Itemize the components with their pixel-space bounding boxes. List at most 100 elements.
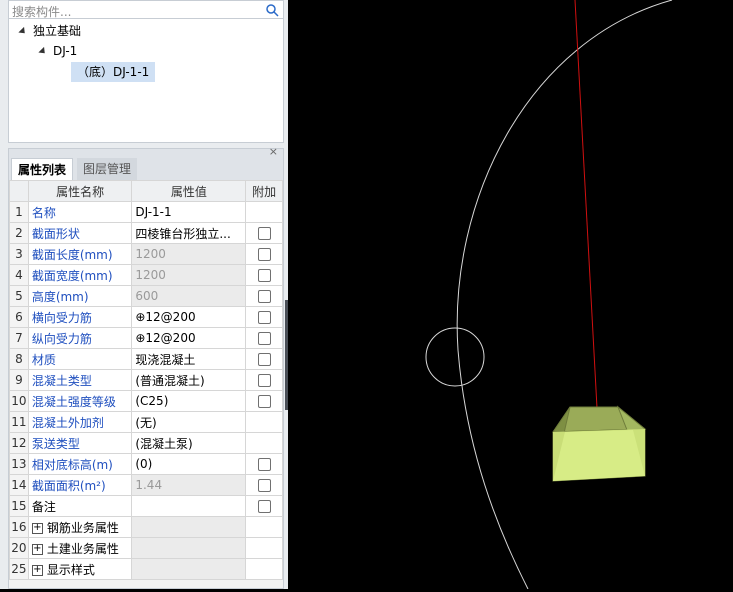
table-row-group[interactable]: 25 + 显示样式 bbox=[9, 558, 283, 580]
expand-plus-icon[interactable]: + bbox=[31, 543, 43, 555]
extra-checkbox[interactable] bbox=[257, 458, 271, 471]
property-name: 截面宽度(mm) bbox=[27, 264, 133, 286]
extra-checkbox[interactable] bbox=[257, 395, 271, 408]
collapse-triangle-icon[interactable] bbox=[18, 26, 28, 37]
extra-cell bbox=[245, 390, 283, 412]
property-value[interactable] bbox=[131, 495, 247, 517]
extra-checkbox[interactable] bbox=[257, 353, 271, 366]
table-row[interactable]: 11 混凝土外加剂 (无) bbox=[9, 411, 283, 433]
tree-node-leaf-selected[interactable]: （底）DJ-1-1 bbox=[71, 62, 156, 82]
collapse-triangle-icon[interactable] bbox=[38, 46, 48, 57]
table-row[interactable]: 5 高度(mm) 600 bbox=[9, 285, 283, 307]
property-name: 截面面积(m²) bbox=[27, 474, 133, 496]
tree-node-label: （底）DJ-1-1 bbox=[77, 65, 150, 79]
row-index: 14 bbox=[9, 474, 29, 496]
table-row[interactable]: 12 泵送类型 (混凝土泵) bbox=[9, 432, 283, 454]
table-row[interactable]: 3 截面长度(mm) 1200 bbox=[9, 243, 283, 265]
extra-checkbox[interactable] bbox=[257, 374, 271, 387]
row-index: 9 bbox=[9, 369, 29, 391]
extra-cell bbox=[245, 201, 283, 223]
extra-checkbox[interactable] bbox=[257, 500, 271, 513]
extra-cell bbox=[245, 348, 283, 370]
row-index: 16 bbox=[9, 516, 29, 538]
property-group[interactable]: + 土建业务属性 bbox=[27, 537, 133, 559]
extra-cell bbox=[245, 474, 283, 496]
extra-cell bbox=[245, 369, 283, 391]
component-tree: 独立基础 DJ-1 （底）DJ-1-1 bbox=[8, 19, 284, 143]
3d-viewport[interactable] bbox=[288, 0, 733, 590]
panel-titlebar: × bbox=[9, 145, 283, 158]
table-row[interactable]: 1 名称 DJ-1-1 bbox=[9, 201, 283, 223]
row-index: 15 bbox=[9, 495, 29, 517]
close-icon[interactable]: × bbox=[269, 145, 278, 158]
extra-cell bbox=[245, 432, 283, 454]
property-name: 备注 bbox=[27, 495, 133, 517]
property-name: 名称 bbox=[27, 201, 133, 223]
property-name: 材质 bbox=[27, 348, 133, 370]
property-value[interactable]: (普通混凝土) bbox=[131, 369, 247, 391]
pyramid-foundation-shape[interactable] bbox=[552, 405, 647, 482]
property-value[interactable]: ⊕12@200 bbox=[131, 327, 247, 349]
expand-plus-icon[interactable]: + bbox=[31, 522, 43, 534]
table-row[interactable]: 10 混凝土强度等级 (C25) bbox=[9, 390, 283, 412]
header-value: 属性值 bbox=[131, 180, 247, 202]
extra-checkbox[interactable] bbox=[257, 290, 271, 303]
table-row-group[interactable]: 16 + 钢筋业务属性 bbox=[9, 516, 283, 538]
property-value[interactable]: (C25) bbox=[131, 390, 247, 412]
extra-checkbox[interactable] bbox=[257, 479, 271, 492]
table-row-group[interactable]: 20 + 土建业务属性 bbox=[9, 537, 283, 559]
tab-property-list[interactable]: 属性列表 bbox=[11, 158, 74, 181]
tree-node-root[interactable]: 独立基础 bbox=[18, 21, 81, 41]
property-value[interactable]: 现浇混凝土 bbox=[131, 348, 247, 370]
table-row[interactable]: 8 材质 现浇混凝土 bbox=[9, 348, 283, 370]
property-value[interactable]: DJ-1-1 bbox=[131, 201, 247, 223]
extra-cell bbox=[245, 453, 283, 475]
extra-checkbox[interactable] bbox=[257, 248, 271, 261]
extra-checkbox[interactable] bbox=[257, 332, 271, 345]
extra-checkbox[interactable] bbox=[257, 227, 271, 240]
property-name: 泵送类型 bbox=[27, 432, 133, 454]
extra-cell bbox=[245, 264, 283, 286]
table-row[interactable]: 9 混凝土类型 (普通混凝土) bbox=[9, 369, 283, 391]
property-value[interactable]: (无) bbox=[131, 411, 247, 433]
rotation-handle-circle[interactable] bbox=[425, 327, 485, 387]
property-value bbox=[131, 558, 247, 580]
tree-node-label: DJ-1 bbox=[53, 44, 78, 58]
table-row[interactable]: 15 备注 bbox=[9, 495, 283, 517]
tree-node-child[interactable]: DJ-1 bbox=[38, 41, 78, 61]
search-box[interactable]: 搜索构件... bbox=[8, 0, 284, 19]
property-value[interactable]: 四棱锥台形独立... bbox=[131, 222, 247, 244]
property-group[interactable]: + 显示样式 bbox=[27, 558, 133, 580]
row-index: 6 bbox=[9, 306, 29, 328]
property-value[interactable]: (0) bbox=[131, 453, 247, 475]
search-input[interactable]: 搜索构件... bbox=[12, 3, 71, 20]
table-row[interactable]: 14 截面面积(m²) 1.44 bbox=[9, 474, 283, 496]
row-index: 12 bbox=[9, 432, 29, 454]
header-name: 属性名称 bbox=[27, 180, 133, 202]
property-value: 1200 bbox=[131, 243, 247, 265]
property-value[interactable]: (混凝土泵) bbox=[131, 432, 247, 454]
property-group[interactable]: + 钢筋业务属性 bbox=[27, 516, 133, 538]
extra-checkbox[interactable] bbox=[257, 269, 271, 282]
group-label: 显示样式 bbox=[46, 562, 95, 577]
property-value: 1200 bbox=[131, 264, 247, 286]
row-index: 5 bbox=[9, 285, 29, 307]
table-row[interactable]: 2 截面形状 四棱锥台形独立... bbox=[9, 222, 283, 244]
table-row[interactable]: 7 纵向受力筋 ⊕12@200 bbox=[9, 327, 283, 349]
property-name: 纵向受力筋 bbox=[27, 327, 133, 349]
table-row[interactable]: 6 横向受力筋 ⊕12@200 bbox=[9, 306, 283, 328]
extra-checkbox[interactable] bbox=[257, 311, 271, 324]
property-value[interactable]: ⊕12@200 bbox=[131, 306, 247, 328]
table-row[interactable]: 4 截面宽度(mm) 1200 bbox=[9, 264, 283, 286]
extra-cell bbox=[245, 306, 283, 328]
extra-cell bbox=[245, 537, 283, 559]
table-row[interactable]: 13 相对底标高(m) (0) bbox=[9, 453, 283, 475]
row-index: 25 bbox=[9, 558, 29, 580]
tab-layer-management[interactable]: 图层管理 bbox=[77, 158, 138, 180]
property-name: 截面长度(mm) bbox=[27, 243, 133, 265]
expand-plus-icon[interactable]: + bbox=[31, 564, 43, 576]
row-index: 13 bbox=[9, 453, 29, 475]
extra-cell bbox=[245, 327, 283, 349]
search-icon[interactable] bbox=[265, 3, 279, 17]
view-cube-orbit-arc bbox=[456, 0, 673, 590]
